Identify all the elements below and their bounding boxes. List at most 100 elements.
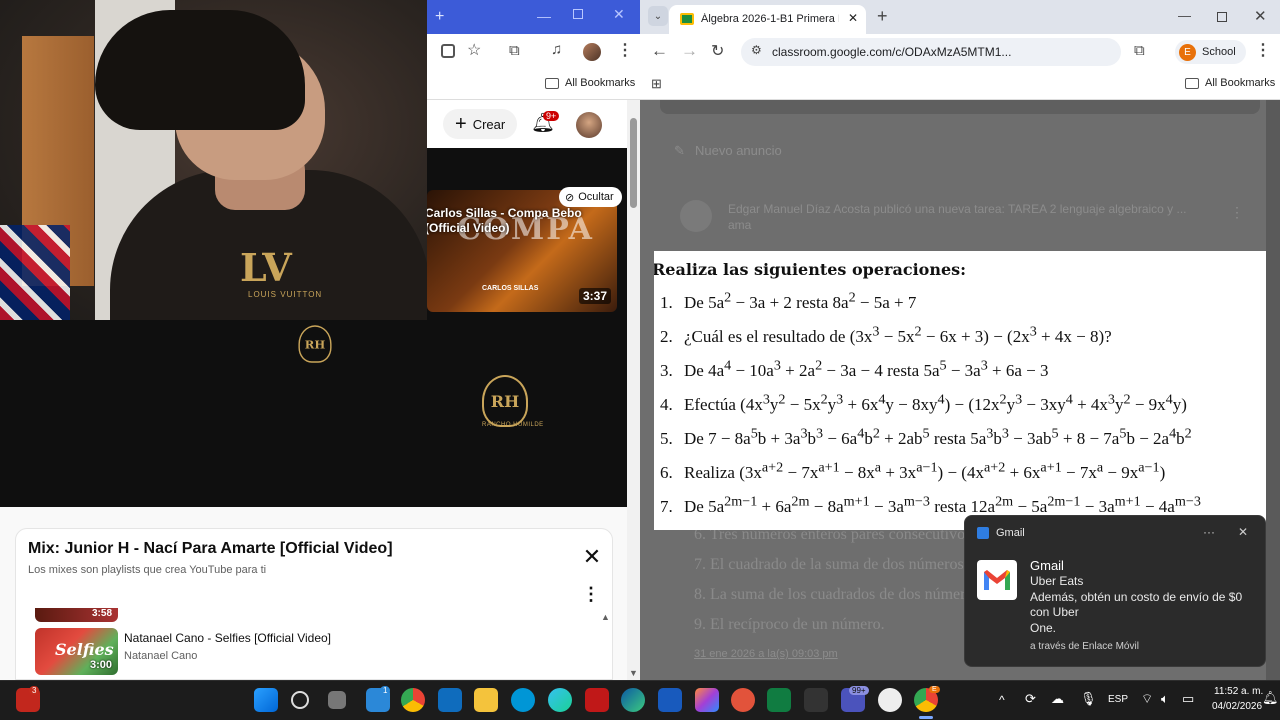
profile-avatar[interactable] (583, 43, 601, 61)
tab-search-icon[interactable]: ⌄ (648, 6, 668, 26)
classroom-favicon (680, 13, 694, 25)
scrollbar-thumb[interactable] (630, 118, 637, 208)
all-bookmarks-link[interactable]: All Bookmarks (1205, 77, 1275, 89)
youtube-avatar[interactable] (576, 112, 602, 138)
site-info-icon[interactable]: ⚙ (751, 43, 762, 57)
address-bar[interactable]: ⚙ classroom.google.com/c/ODAxMzA5MTM1... (741, 38, 1121, 66)
minimize-icon[interactable]: — (1178, 8, 1191, 23)
file-explorer-icon[interactable] (474, 688, 498, 712)
hide-button[interactable]: ⊘ Ocultar (559, 187, 622, 207)
close-window-icon[interactable]: ✕ (613, 6, 625, 23)
wifi-icon[interactable]: ⌔ (1141, 691, 1153, 707)
more-options-icon[interactable]: ⋮ (582, 584, 600, 604)
chrome-icon[interactable] (401, 688, 425, 712)
maximize-icon[interactable] (1217, 12, 1227, 22)
mcafee-icon[interactable] (585, 688, 609, 712)
post-menu-icon[interactable]: ⋮ (1230, 204, 1244, 221)
create-button[interactable]: + Crear (443, 109, 518, 139)
tray-cloud-icon[interactable]: ☁ (1051, 691, 1064, 707)
exercise-text: De 7 − 8a5b + 3a3b3 − 6a4b2 + 2ab5 resta… (684, 425, 1192, 448)
close-window-icon[interactable]: ✕ (1254, 7, 1267, 25)
apps-grid-icon[interactable]: ⊞ (651, 76, 662, 92)
exercise-text: De 5a2m−1 + 6a2m − 8am+1 − 3am−3 resta 1… (684, 493, 1201, 516)
eye-off-icon: ⊘ (565, 191, 575, 204)
post-date: 31 ene 2026 a la(s) 09:03 pm (694, 648, 838, 660)
scroll-down-arrow-icon[interactable]: ▼ (629, 668, 638, 678)
exercise-number: 3. (660, 360, 673, 380)
all-bookmarks-link[interactable]: All Bookmarks (565, 77, 635, 89)
previous-item-thumbnail[interactable]: 3:58 (35, 608, 118, 622)
search-icon[interactable] (291, 691, 309, 709)
tab-algebra[interactable]: Álgebra 2026-1-B1 Primera Hor ✕ (669, 5, 866, 34)
post-text[interactable]: Edgar Manuel Díaz Acosta publicó una nue… (728, 202, 1187, 216)
close-playlist-icon[interactable]: ✕ (582, 544, 602, 569)
youtube-scrollbar[interactable] (627, 100, 640, 680)
edge-icon[interactable] (548, 688, 572, 712)
maximize-icon[interactable] (573, 9, 583, 19)
volume-icon[interactable]: 🔈︎ (1161, 691, 1169, 707)
excel-icon[interactable] (767, 688, 791, 712)
notification-center-icon[interactable]: 🔔︎ (1262, 690, 1279, 706)
worksheet-exercise: 5. De 7 − 8a5b + 3a3b3 − 6a4b2 + 2ab5 res… (660, 425, 1192, 449)
reload-icon[interactable]: ↻ (711, 41, 724, 61)
new-tab-plus-icon[interactable]: + (877, 6, 888, 27)
word-icon[interactable] (658, 688, 682, 712)
extensions-icon[interactable]: ⧉ (509, 42, 520, 59)
terminal-icon[interactable] (804, 688, 828, 712)
tray-chevron-icon[interactable]: ^ (999, 693, 1005, 707)
tray-mic-icon[interactable]: 🎙︎ (1080, 691, 1097, 707)
new-tab-icon[interactable]: + (435, 8, 444, 26)
back-arrow-icon[interactable]: ← (651, 41, 668, 61)
active-app-indicator (919, 716, 933, 719)
playlist-title[interactable]: Mix: Junior H - Nací Para Amarte [Offici… (28, 540, 393, 558)
toast-line-3: con Uber (1030, 605, 1079, 619)
toast-app-name: Gmail (996, 527, 1025, 539)
chrome-profile-badge: E (929, 686, 940, 693)
profile-chip[interactable]: E School (1175, 40, 1246, 64)
exercise-text: ¿Cuál es el resultado de (3x3 − 5x2 − 6x… (684, 323, 1112, 346)
language-indicator[interactable]: ESP (1108, 694, 1128, 705)
video-card-title[interactable]: Carlos Sillas - Compa Bebo (Official Vid… (427, 206, 595, 236)
classroom-top-bar (660, 100, 1260, 114)
hp-icon[interactable] (511, 688, 535, 712)
menu-icon[interactable]: ⋮ (617, 40, 633, 60)
youtube-header: + Crear 🔔︎ 9+ (427, 100, 627, 148)
classroom-scrollbar[interactable] (1266, 100, 1280, 680)
edge-dev-icon[interactable] (621, 688, 645, 712)
url-text[interactable]: classroom.google.com/c/ODAxMzA5MTM1... (772, 45, 1011, 59)
forward-arrow-icon[interactable]: → (681, 41, 698, 61)
github-icon[interactable] (878, 688, 902, 712)
close-tab-icon[interactable]: ✕ (848, 11, 858, 25)
clock-date[interactable]: 04/02/2026 (1212, 701, 1262, 712)
extensions-icon[interactable]: ⧉ (1134, 42, 1145, 59)
lens-icon[interactable] (441, 44, 455, 58)
assignment-icon (680, 200, 712, 232)
toast-more-icon[interactable]: ··· (1203, 525, 1215, 539)
task-view-icon[interactable] (328, 691, 346, 709)
tray-sync-icon[interactable]: ⟳ (1025, 691, 1036, 707)
gmail-notification[interactable]: Gmail ··· ✕ Gmail Uber Eats Además, obté… (964, 515, 1266, 667)
shirt-logo: LV (240, 245, 292, 290)
start-icon[interactable] (254, 688, 278, 712)
outlook-icon[interactable] (438, 688, 462, 712)
clock-time[interactable]: 11:52 a. m. (1214, 686, 1263, 697)
media-controls-icon[interactable]: ♫ (551, 41, 562, 58)
new-announcement-button[interactable]: Nuevo anuncio (695, 143, 782, 158)
video-card[interactable]: COMPA Carlos Sillas - Compa Bebo (Offici… (427, 190, 617, 312)
background-line-7: 7. El cuadrado de la suma de dos números… (694, 556, 968, 573)
playlist-item-thumbnail[interactable]: Selfies 3:00 (35, 628, 118, 675)
scroll-up-arrow-icon[interactable]: ▲ (601, 612, 610, 622)
menu-icon[interactable]: ⋮ (1255, 40, 1271, 60)
background-line-8: 8. La suma de los cuadrados de dos númer… (694, 586, 984, 603)
battery-icon[interactable]: ▭ (1182, 691, 1194, 707)
playlist-item-title[interactable]: Natanael Cano - Selfies [Official Video] (124, 631, 331, 645)
toast-close-icon[interactable]: ✕ (1238, 525, 1248, 539)
worksheet-exercise: 3. De 4a4 − 10a3 + 2a2 − 3a − 4 resta 5a5… (660, 357, 1049, 381)
copilot-icon[interactable] (695, 688, 719, 712)
worksheet-exercise: 7. De 5a2m−1 + 6a2m − 8am+1 − 3am−3 resta… (660, 493, 1201, 517)
minimize-icon[interactable]: — (537, 8, 551, 24)
playlist-item-channel[interactable]: Natanael Cano (124, 650, 197, 662)
webcam-flag (0, 225, 70, 320)
pdf-icon[interactable] (731, 688, 755, 712)
bookmark-star-icon[interactable]: ☆ (467, 40, 481, 60)
